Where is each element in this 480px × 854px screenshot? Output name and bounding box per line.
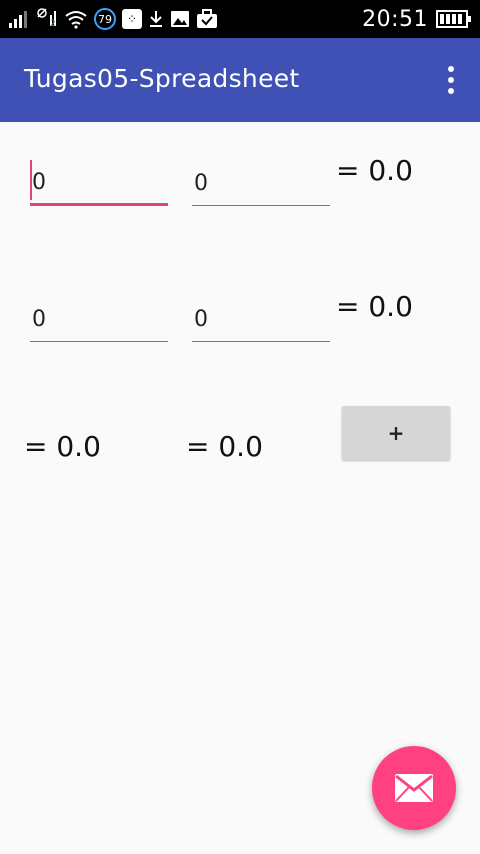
- row2-input-a[interactable]: [30, 298, 168, 342]
- column1-result: = 0.0: [24, 430, 101, 463]
- notification-count-badge: 79: [94, 8, 116, 30]
- status-bar: 2 79 ⁘ 20:51: [0, 0, 480, 38]
- row1-result: = 0.0: [336, 154, 413, 187]
- sim-label: 2: [50, 19, 56, 29]
- image-icon: [171, 11, 189, 27]
- app-bar: Tugas05-Spreadsheet: [0, 38, 480, 122]
- signal-icon: [9, 11, 27, 28]
- row2-input-b[interactable]: [192, 298, 330, 342]
- row2-result: = 0.0: [336, 290, 413, 323]
- add-button[interactable]: +: [342, 406, 450, 460]
- status-right: 20:51: [362, 6, 472, 32]
- app-title: Tugas05-Spreadsheet: [24, 64, 300, 93]
- wifi-icon: [65, 11, 87, 29]
- bbm-icon: ⁘: [122, 9, 142, 29]
- email-icon: [395, 774, 433, 802]
- text-cursor: [30, 160, 32, 200]
- clock: 20:51: [362, 6, 428, 32]
- status-left-icons: 2 79 ⁘: [8, 6, 218, 32]
- row1-input-a[interactable]: [30, 162, 168, 206]
- overflow-menu-icon[interactable]: [446, 66, 456, 94]
- no-signal-icon: 2: [36, 7, 58, 31]
- row1-input-b[interactable]: [192, 162, 330, 206]
- battery-icon: [436, 10, 471, 28]
- briefcase-check-icon: [197, 9, 217, 28]
- download-icon: [150, 11, 162, 27]
- column2-result: = 0.0: [186, 430, 263, 463]
- email-fab[interactable]: [372, 746, 456, 830]
